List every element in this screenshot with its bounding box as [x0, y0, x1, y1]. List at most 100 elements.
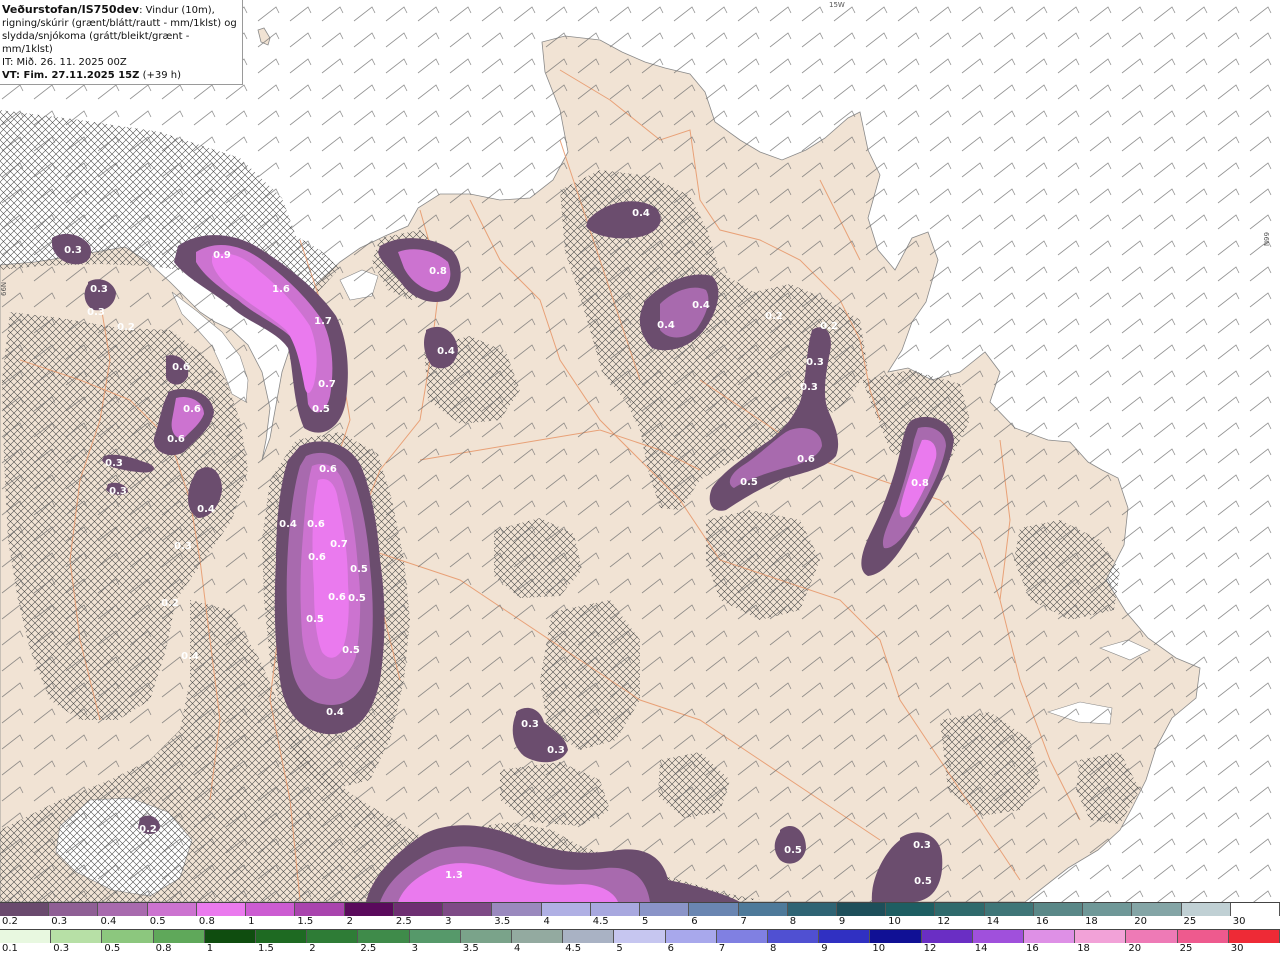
precip-value-label: 0.6: [308, 552, 326, 563]
precip-value-label: 0.7: [318, 379, 336, 390]
snow-scale-label: 18: [1085, 916, 1098, 927]
rain-scale-swatch: [972, 930, 1025, 943]
snow-scale-label: 2: [346, 916, 353, 927]
rain-scale-swatch: [409, 930, 461, 943]
precip-value-label: 0.2: [139, 824, 157, 835]
snow-scale-label: 10: [888, 916, 901, 927]
latitude-label-left: 66N: [0, 281, 8, 296]
snow-scale-label: 1: [248, 916, 255, 927]
rain-scale-swatch: [1177, 930, 1229, 943]
precip-value-label: 0.8: [429, 266, 447, 277]
description-line-3: slydda/snjókoma (grátt/bleikt/grænt - mm…: [2, 31, 190, 55]
snow-scale-label: 7: [740, 916, 747, 927]
precip-value-label: 1.7: [314, 316, 332, 327]
precip-value-label: 0.2: [765, 311, 783, 322]
precip-value-label: 0.6: [172, 362, 190, 373]
snow-scale-label: 3: [445, 916, 452, 927]
rain-scale-label: 5: [616, 943, 623, 954]
rain-scale-label: 1: [206, 943, 214, 954]
precip-value-label: 0.4: [326, 707, 344, 718]
snow-scale-label: 3.5: [494, 916, 511, 927]
snow-scale-swatch: [147, 903, 197, 916]
snow-scale-swatch: [1230, 903, 1280, 916]
description-line-1: : Vindur (10m),: [139, 5, 215, 16]
snow-scale-label: 30: [1232, 916, 1246, 927]
rain-colorbar: 0.1 0.3 0.5 0.8 1 1.5 2 2.5 3 3.5 4 4.5 5 6 7 8 9 10 12 14 1…: [0, 929, 1280, 956]
snow-scale-label: 0.5: [149, 916, 166, 927]
snow-colorbar: 0.2 0.3 0.4 0.5 0.8 1 1.5 2 2.5 3 3.5 4 4.5 5 6 7 8 9 10 12…: [0, 902, 1280, 929]
snow-scale-swatch: [295, 903, 345, 916]
rain-scale-label: 0.1: [2, 943, 18, 954]
snow-scale-swatch: [0, 903, 50, 916]
snow-scale-label: 20: [1134, 916, 1148, 927]
precip-value-label: 0.5: [914, 876, 932, 887]
snow-scale-swatch: [590, 903, 641, 916]
rain-scale-swatch: [460, 930, 513, 943]
latitude-label-right: 66N: [1262, 232, 1270, 247]
precip-value-label: 0.3: [87, 307, 105, 318]
valid-offset: (+39 h): [142, 70, 181, 81]
snow-scale-label: 1.5: [297, 916, 314, 927]
snow-scale-swatch: [787, 903, 837, 916]
snow-scale-swatch: [492, 903, 542, 916]
snow-scale-swatch: [1033, 903, 1084, 916]
snow-scale-label: 8: [789, 916, 797, 927]
precip-value-label: 0.2: [161, 598, 179, 609]
snow-scale-swatch: [984, 903, 1034, 916]
precip-value-label: 0.4: [279, 519, 297, 530]
snow-scale-swatch: [689, 903, 739, 916]
precip-value-label: 0.2: [820, 321, 838, 332]
precip-value-label: 0.3: [105, 458, 123, 469]
rain-scale-label: 0.5: [104, 943, 121, 954]
rain-scale-swatch: [102, 930, 154, 943]
rain-scale-label: 3: [411, 943, 418, 954]
precip-value-label: 0.3: [109, 486, 127, 497]
snow-scale-label: 4.5: [592, 916, 609, 927]
rain-scale-swatch: [358, 930, 410, 943]
rain-scale-label: 16: [1026, 943, 1039, 954]
snow-scale-swatch: [443, 903, 493, 916]
precip-value-label: 0.9: [213, 250, 231, 261]
snow-scale-label: 16: [1035, 916, 1049, 927]
snow-scale-swatch: [1181, 903, 1231, 916]
snow-scale-swatch: [1132, 903, 1182, 916]
precip-value-label: 0.3: [174, 541, 192, 552]
rain-scale-swatch: [614, 930, 666, 943]
snow-scale-label: 0.8: [198, 916, 215, 927]
rain-scale-label: 0.3: [53, 943, 70, 954]
rain-scale-swatch: [153, 930, 205, 943]
rain-scale-label: 6: [667, 943, 674, 954]
snow-scale-swatch: [344, 903, 394, 916]
rain-scale-swatch: [563, 930, 615, 943]
rain-scale-swatch: [256, 930, 308, 943]
rain-scale-label: 8: [770, 943, 777, 954]
rain-scale-swatch: [1075, 930, 1127, 943]
source-title: Veðurstofan/IS750dev: [2, 3, 140, 16]
rain-scale-swatch: [870, 930, 922, 943]
snow-scale-swatch: [1083, 903, 1133, 916]
snow-scale-swatch: [935, 903, 985, 916]
precip-value-label: 0.5: [348, 593, 366, 604]
precip-value-label: 0.5: [342, 645, 360, 656]
precip-value-label: 0.5: [784, 845, 802, 856]
snow-scale-swatch: [640, 903, 690, 916]
precip-value-label: 0.8: [911, 478, 929, 489]
rain-scale-swatch: [0, 930, 52, 943]
precip-value-label: 0.5: [306, 614, 324, 625]
longitude-label: 15W: [829, 1, 845, 9]
rain-scale-swatch: [307, 930, 359, 943]
snow-scale-swatch: [738, 903, 788, 916]
precip-value-label: 0.6: [307, 519, 325, 530]
rain-scale-label: 10: [872, 943, 886, 954]
rain-scale-label: 14: [974, 943, 988, 954]
rain-scale-label: 1.5: [258, 943, 274, 954]
snow-scale-swatch: [49, 903, 99, 916]
snow-scale-swatch: [886, 903, 936, 916]
snow-scale-label: 0.3: [51, 916, 68, 927]
snow-scale-swatch: [541, 903, 591, 916]
precip-value-label: 0.6: [328, 592, 346, 603]
precip-value-label: 0.2: [117, 322, 135, 333]
rain-scale-swatch: [921, 930, 973, 943]
rain-scale-swatch: [665, 930, 717, 943]
precip-value-label: 0.5: [312, 404, 330, 415]
